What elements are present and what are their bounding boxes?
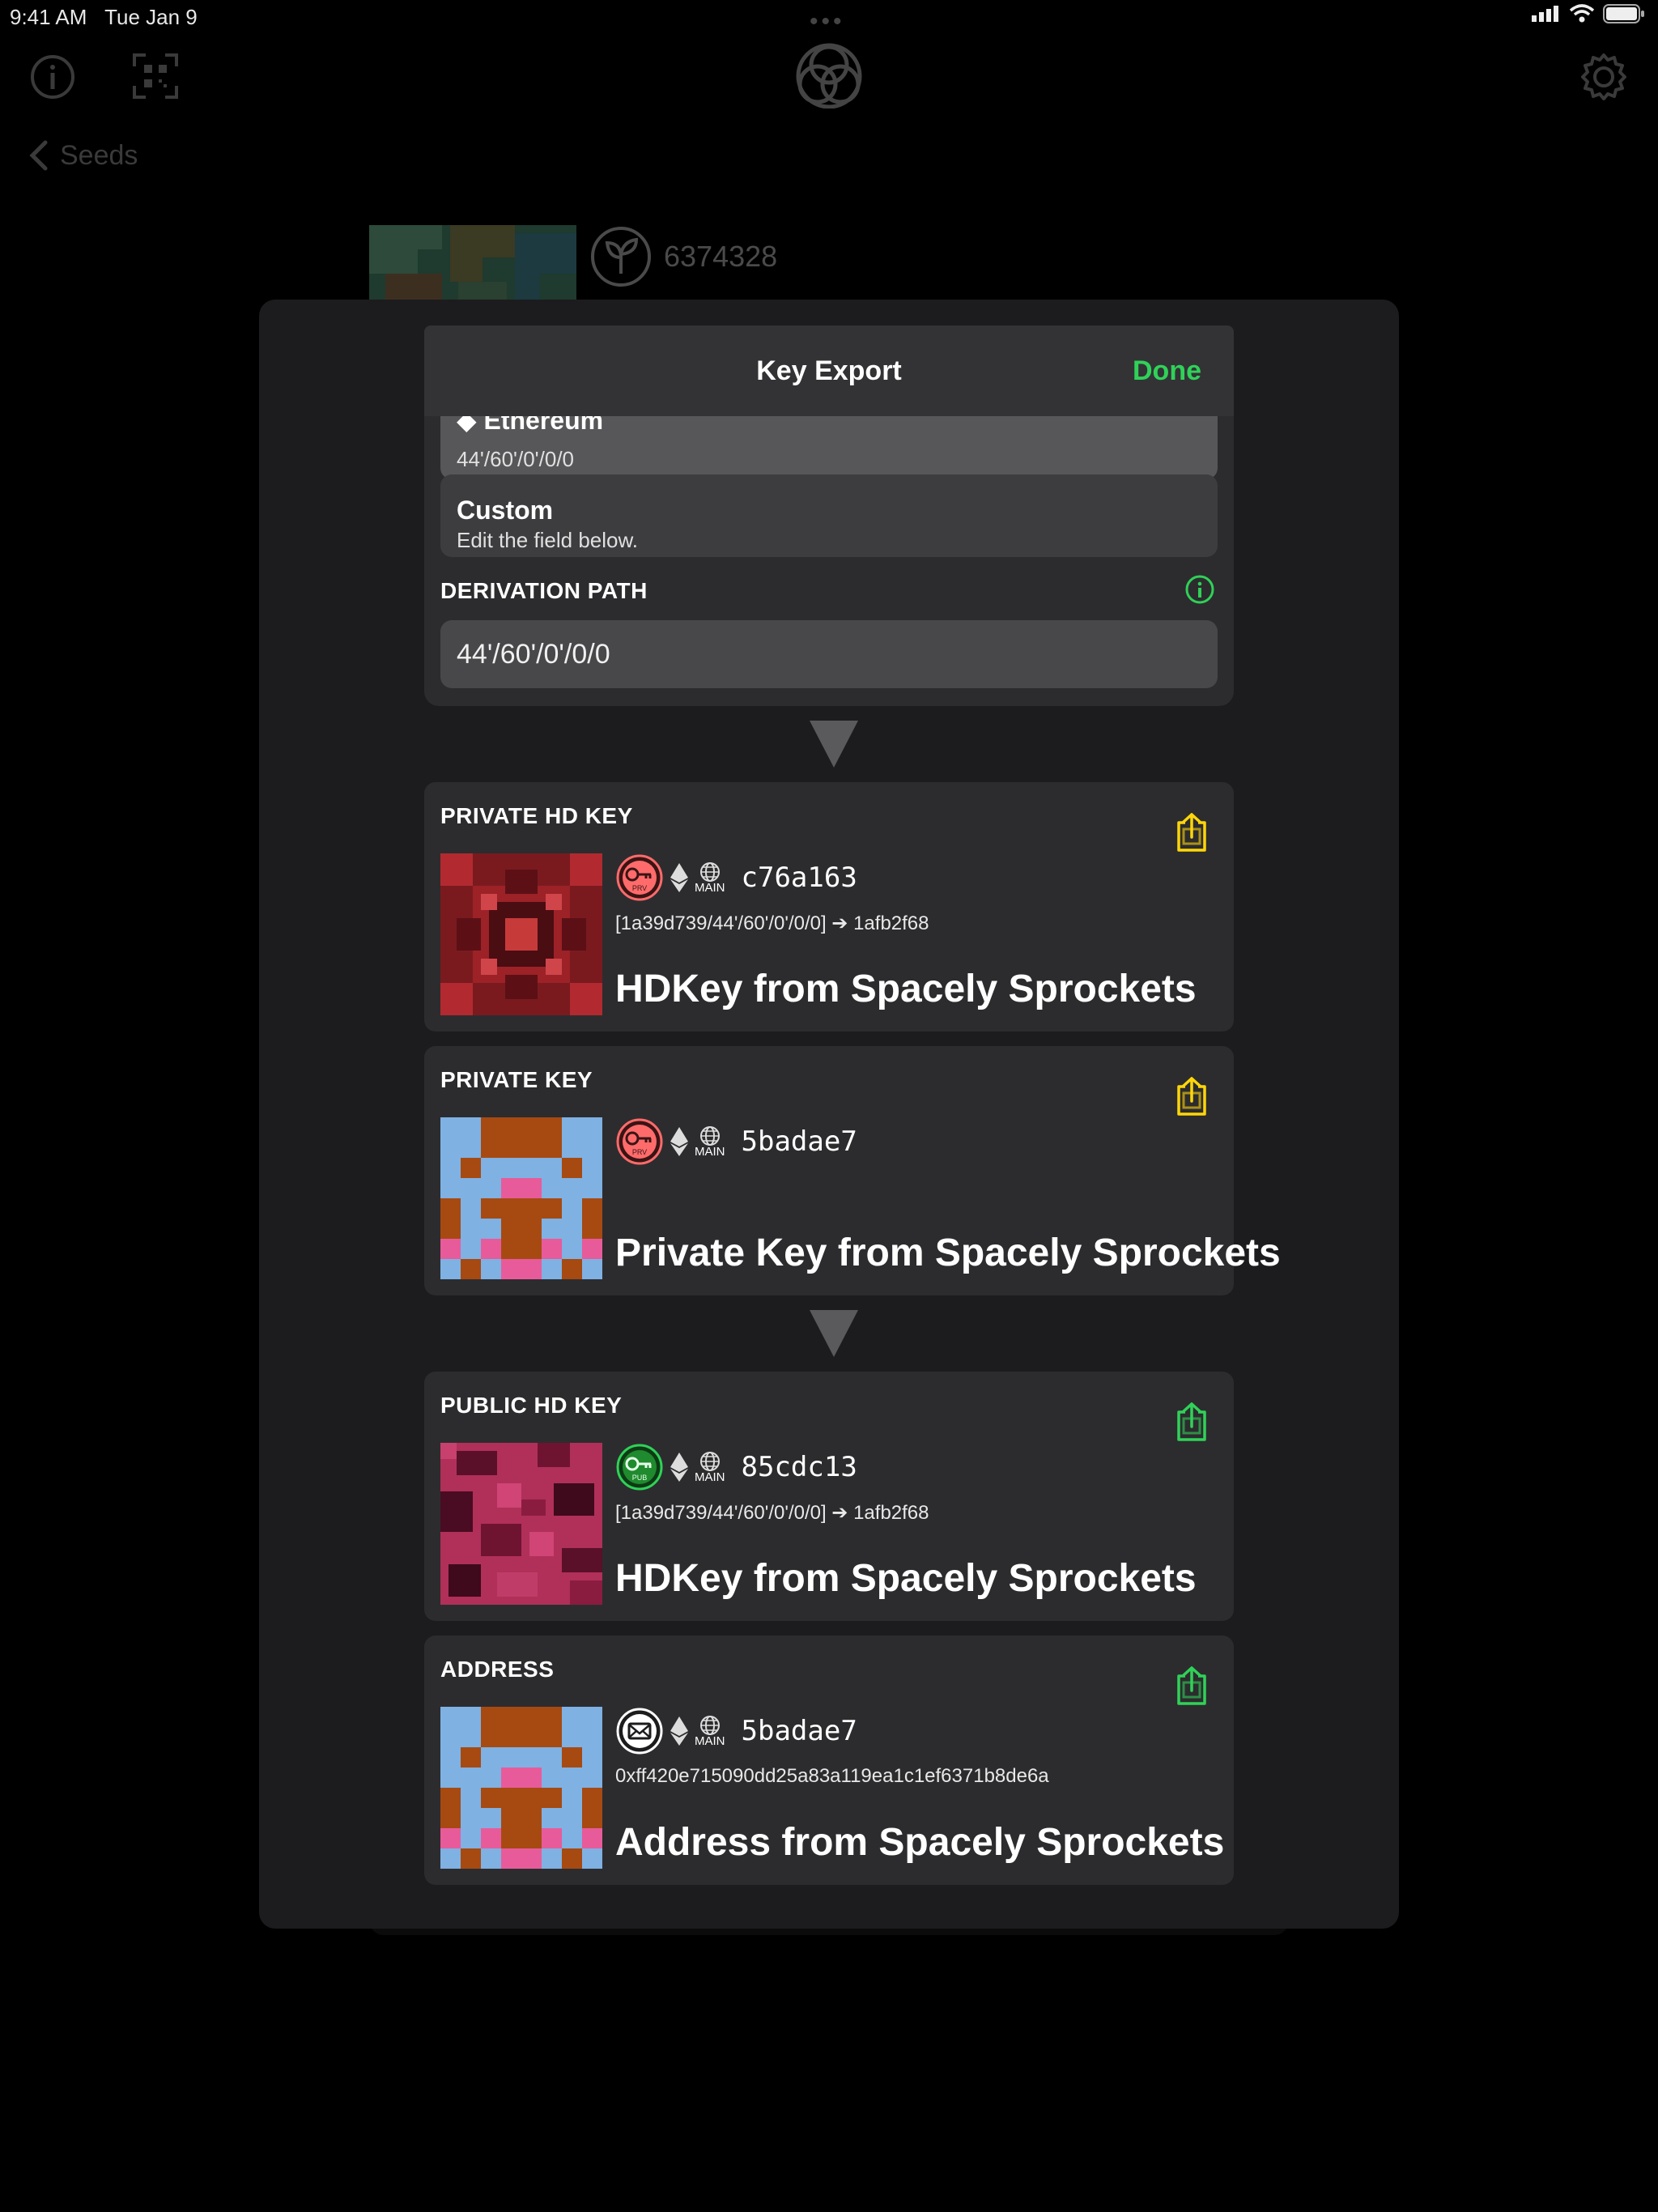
back-button[interactable]: Seeds (29, 139, 138, 172)
private-hd-key-path: [1a39d739/44'/60'/0'/0/0] ➔ 1afb2f68 (615, 912, 929, 934)
custom-option-subtitle: Edit the field below. (457, 528, 639, 552)
globe-icon (699, 1451, 720, 1471)
private-hd-key-header: PRIVATE HD KEY (440, 803, 633, 828)
share-icon[interactable] (1174, 1077, 1209, 1117)
ethereum-icon (670, 1716, 688, 1746)
ethereum-icon (670, 1127, 688, 1156)
qr-scan-icon[interactable] (133, 53, 178, 99)
wifi-icon (1569, 4, 1595, 23)
private-hd-key-id: c76a163 (741, 861, 857, 894)
network-badge: MAIN (695, 1715, 725, 1748)
svg-text:PRV: PRV (632, 884, 647, 892)
ethereum-option-path: 44'/60'/0'/0/0 (457, 447, 575, 471)
status-time-text: 9:41 AM (10, 5, 87, 29)
network-label: MAIN (695, 880, 725, 895)
private-hd-key-badges: PRV MAIN c76a163 (615, 853, 857, 902)
network-label: MAIN (695, 1144, 725, 1159)
chevron-left-icon (29, 140, 48, 171)
address-name: Address from Spacely Sprockets (615, 1821, 1225, 1864)
network-badge: MAIN (695, 1451, 725, 1484)
public-hd-key-header: PUBLIC HD KEY (440, 1393, 623, 1418)
status-bar: 9:41 AM Tue Jan 9 ••• (0, 0, 1658, 35)
key-export-sheet: Key Export Done ◆ Ethereum 44'/60'/0'/0/… (259, 300, 1399, 1929)
network-label: MAIN (695, 1733, 725, 1748)
ethereum-icon (670, 1453, 688, 1482)
svg-text:PRV: PRV (632, 1148, 647, 1156)
share-icon[interactable] (1174, 813, 1209, 853)
private-key-id: 5badae7 (741, 1125, 857, 1158)
svg-text:PUB: PUB (632, 1474, 648, 1482)
back-button-label: Seeds (60, 139, 138, 171)
private-key-lifehash (440, 1117, 602, 1279)
ethereum-icon (670, 863, 688, 892)
sheet-title: Key Export (756, 355, 902, 386)
network-label: MAIN (695, 1470, 725, 1484)
derivation-info-icon[interactable] (1184, 573, 1216, 606)
share-icon[interactable] (1174, 1402, 1209, 1443)
derivation-path-input[interactable] (440, 620, 1218, 688)
address-value: 0xff420e715090dd25a83a119ea1c1ef6371b8de… (615, 1765, 1049, 1787)
public-hd-key-badges: PUB MAIN 85cdc13 (615, 1443, 857, 1491)
seed-id: 6374328 (664, 240, 778, 273)
derivation-arrow-icon (810, 721, 858, 768)
private-key-badge-icon: PRV (616, 1118, 663, 1165)
seed-lifehash-thumbnail (369, 225, 576, 300)
status-indicators (1532, 3, 1645, 24)
done-button[interactable]: Done (1133, 325, 1201, 416)
info-icon[interactable] (29, 53, 76, 100)
network-badge: MAIN (695, 1125, 725, 1159)
public-hd-key-lifehash (440, 1443, 602, 1605)
cellular-signal-icon (1532, 6, 1558, 22)
envelope-icon (616, 1708, 663, 1755)
sheet-nav-bar: Key Export Done (424, 325, 1234, 416)
status-time: 9:41 AM Tue Jan 9 (10, 5, 198, 30)
private-key-name: Private Key from Spacely Sprockets (615, 1231, 1281, 1274)
globe-icon (699, 1715, 720, 1735)
battery-icon (1603, 4, 1644, 23)
private-key-header: PRIVATE KEY (440, 1067, 593, 1092)
private-hd-key-lifehash (440, 853, 602, 1015)
network-badge: MAIN (695, 861, 725, 895)
settings-gear-icon[interactable] (1579, 52, 1629, 102)
private-key-badges: PRV MAIN 5badae7 (615, 1117, 857, 1166)
public-key-badge-icon: PUB (616, 1444, 663, 1491)
address-lifehash (440, 1707, 602, 1869)
address-header: ADDRESS (440, 1657, 555, 1682)
private-key-card: PRIVATE KEY PRV MAIN 5badae7 Private Key… (424, 1046, 1281, 1295)
address-card: ADDRESS MAIN 5badae7 0xff420e715090dd25a… (424, 1636, 1234, 1885)
derivation-settings-card: ◆ Ethereum 44'/60'/0'/0/0 Custom Edit th… (424, 397, 1234, 706)
public-hd-key-id: 85cdc13 (741, 1451, 857, 1483)
custom-option-title: Custom (457, 496, 554, 525)
seed-sprout-icon (591, 227, 651, 287)
address-id: 5badae7 (741, 1715, 857, 1747)
address-badges: MAIN 5badae7 (615, 1707, 857, 1755)
private-key-badge-icon: PRV (616, 854, 663, 901)
app-logo-icon (796, 43, 862, 108)
private-hd-key-card: PRIVATE HD KEY PRV MAIN c76a163 [1a39d73… (424, 782, 1234, 1032)
custom-option[interactable]: Custom Edit the field below. (440, 474, 1218, 557)
multitasking-dots-icon[interactable]: ••• (810, 8, 845, 36)
public-hd-key-path: [1a39d739/44'/60'/0'/0/0] ➔ 1afb2f68 (615, 1502, 929, 1524)
globe-icon (699, 861, 720, 882)
public-hd-key-card: PUBLIC HD KEY PUB MAIN 85cdc13 [1a39d739… (424, 1372, 1234, 1621)
status-date-text: Tue Jan 9 (104, 5, 198, 29)
private-hd-key-name: HDKey from Spacely Sprockets (615, 968, 1197, 1010)
globe-icon (699, 1125, 720, 1146)
derivation-path-header: DERIVATION PATH (440, 578, 648, 603)
public-derivation-arrow-icon (810, 1310, 858, 1357)
share-icon[interactable] (1174, 1666, 1209, 1707)
public-hd-key-name: HDKey from Spacely Sprockets (615, 1557, 1197, 1600)
